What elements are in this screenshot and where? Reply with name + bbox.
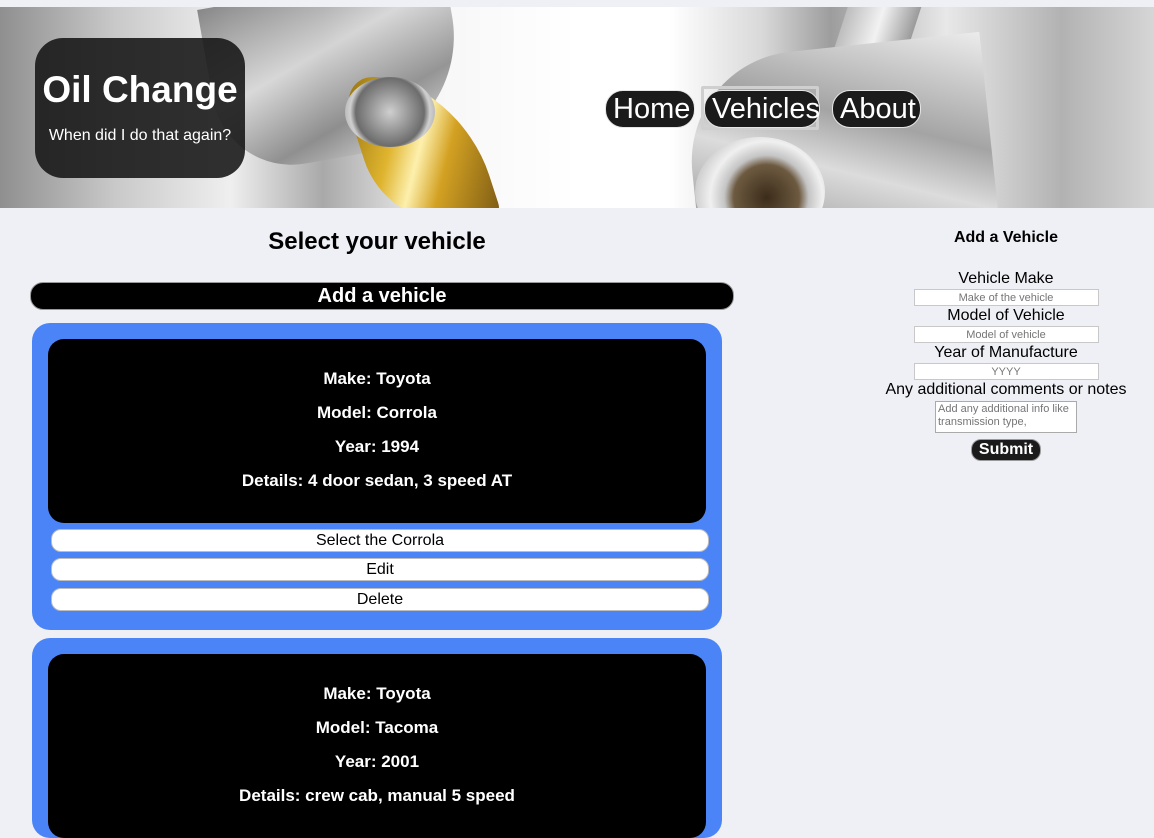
site-tagline: When did I do that again?: [48, 127, 232, 144]
vehicle-info: Make: Toyota Model: Tacoma Year: 2001 De…: [48, 654, 706, 838]
site-logo[interactable]: Oil Change When did I do that again?: [35, 38, 245, 178]
vehicle-year: Year: 1994: [334, 437, 420, 456]
edit-vehicle-button[interactable]: Edit: [51, 558, 709, 581]
notes-textarea[interactable]: [935, 401, 1077, 433]
vehicle-details: Details: crew cab, manual 5 speed: [239, 786, 515, 805]
notes-label: Any additional comments or notes: [885, 381, 1127, 398]
page-title: Select your vehicle: [268, 228, 486, 255]
form-title: Add a Vehicle: [953, 229, 1059, 246]
select-vehicle-button[interactable]: Select the Corrola: [51, 529, 709, 552]
nav-vehicles-button[interactable]: Vehicles: [704, 90, 820, 128]
add-vehicle-button[interactable]: Add a vehicle: [30, 282, 734, 310]
site-title: Oil Change: [42, 69, 238, 110]
vehicle-info: Make: Toyota Model: Corrola Year: 1994 D…: [48, 339, 706, 523]
vehicle-make: Make: Toyota: [323, 369, 431, 388]
vehicle-model: Model: Corrola: [317, 403, 437, 422]
nav-home-button[interactable]: Home: [605, 90, 695, 128]
vehicle-card: Make: Toyota Model: Corrola Year: 1994 D…: [32, 323, 722, 630]
make-input[interactable]: [913, 289, 1099, 306]
vehicle-make: Make: Toyota: [323, 684, 431, 703]
header-banner: Oil Change When did I do that again? Hom…: [0, 7, 1154, 208]
model-label: Model of Vehicle: [947, 307, 1065, 324]
vehicle-details: Details: 4 door sedan, 3 speed AT: [241, 471, 513, 490]
delete-vehicle-button[interactable]: Delete: [51, 588, 709, 611]
nav-about-button[interactable]: About: [832, 90, 921, 128]
top-strip: [0, 0, 1154, 7]
bottle-spout-image: [345, 77, 435, 147]
year-label: Year of Manufacture: [934, 344, 1078, 361]
submit-button[interactable]: Submit: [970, 439, 1042, 461]
model-input[interactable]: [913, 326, 1099, 343]
vehicle-year: Year: 2001: [334, 752, 420, 771]
year-input[interactable]: [913, 363, 1099, 380]
vehicle-card: Make: Toyota Model: Tacoma Year: 2001 De…: [32, 638, 722, 838]
main-content: Select your vehicle Add a vehicle Make: …: [0, 208, 1154, 838]
vehicle-model: Model: Tacoma: [315, 718, 439, 737]
make-label: Vehicle Make: [958, 270, 1054, 287]
add-vehicle-form: Add a Vehicle Vehicle Make Model of Vehi…: [858, 228, 1154, 461]
